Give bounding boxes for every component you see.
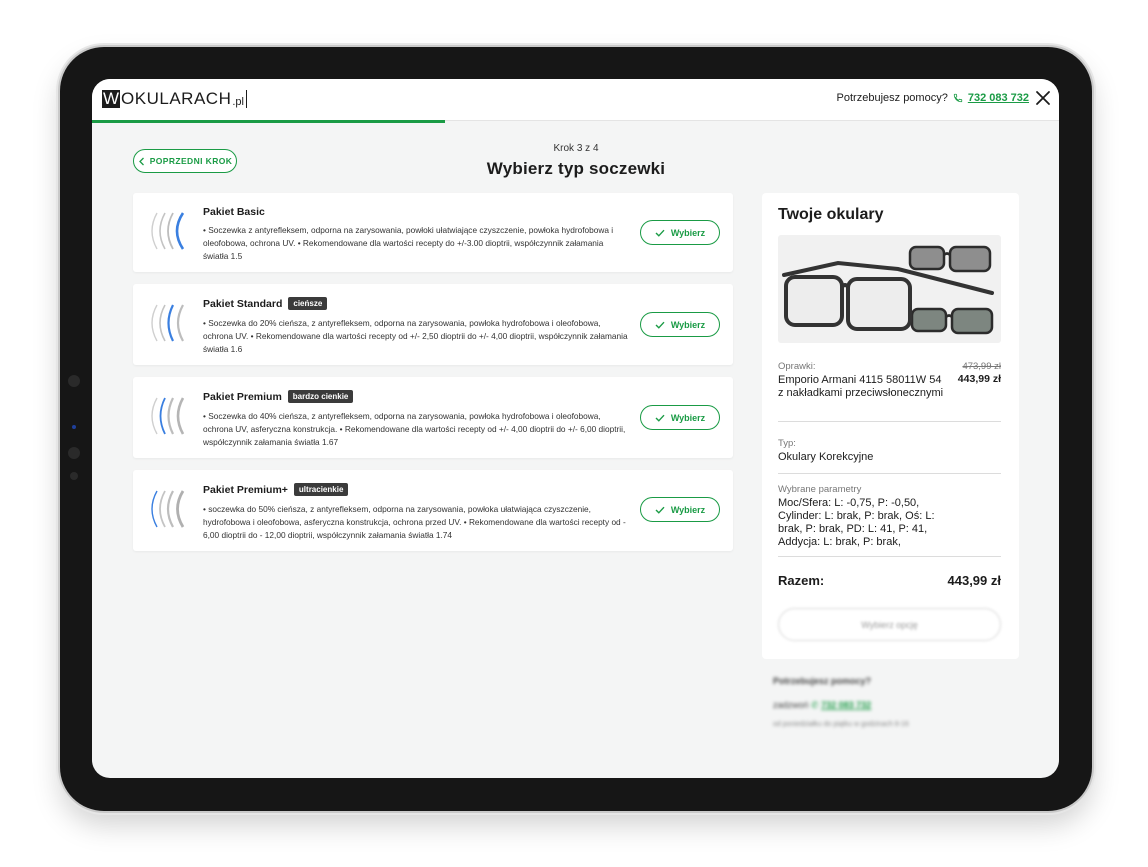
package-description: • Soczewka do 40% cieńsza, z antyrefleks… (203, 411, 626, 447)
order-summary: Twoje okulary Oprawki: Emporio Armani 41 (762, 193, 1019, 659)
help-block-call: zadzwoń ✆ 732 083 732 (773, 700, 1013, 711)
frame-section: Oprawki: Emporio Armani 4115 58011W 54 z… (778, 361, 1001, 400)
page-title: Wybierz typ soczewki (486, 159, 666, 178)
help-block-phone[interactable]: 732 083 732 (821, 700, 871, 710)
package-title: Pakiet Standard cieńsze (203, 297, 328, 310)
type-value: Okulary Korekcyjne (778, 451, 874, 463)
summary-divider (778, 556, 1001, 557)
params-section: Wybrane parametry Moc/Sfera: L: -0,75, P… (778, 484, 1001, 549)
package-description: • soczewka do 50% cieńsza, z antyrefleks… (203, 504, 626, 540)
package-name: Pakiet Basic (203, 206, 265, 218)
choose-label: Wybierz (670, 227, 706, 238)
package-card-basic[interactable]: Pakiet Basic • Soczewka z antyrefleksem,… (133, 193, 733, 272)
package-card-standard[interactable]: Pakiet Standard cieńsze • Soczewka do 20… (133, 284, 733, 365)
package-description: • Soczewka z antyrefleksem, odporna na z… (203, 225, 614, 261)
app-screen: W OKULARACH .pl Potrzebujesz pomocy? 732… (92, 79, 1059, 778)
logo-mark: W (102, 89, 121, 108)
help-block-phone-icon: ✆ (811, 700, 819, 710)
params-value: Moc/Sfera: L: -0,75, P: -0,50, Cylinder:… (778, 497, 935, 548)
sensor-dot (68, 447, 80, 459)
package-title: Pakiet Premium bardzo cienkie (203, 390, 354, 403)
package-title: Pakiet Basic (203, 206, 265, 218)
sensor-dot-2 (70, 472, 78, 480)
lens-thickness-icon (151, 490, 185, 528)
choose-premium-button[interactable]: Wybierz (640, 405, 720, 430)
help-contact: Potrzebujesz pomocy? 732 083 732 (837, 92, 1029, 104)
package-description: • Soczewka do 20% cieńsza, z antyrefleks… (203, 318, 628, 354)
package-name: Pakiet Premium (203, 390, 282, 403)
thickness-badge: cieńsze (288, 297, 328, 310)
lens-thickness-icon (151, 397, 185, 435)
type-label: Typ: (778, 438, 796, 449)
chevron-left-icon (138, 157, 144, 165)
choose-label: Wybierz (670, 504, 706, 515)
total-label: Razem: (778, 573, 825, 588)
lens-thickness-icon (151, 304, 184, 342)
check-icon (655, 229, 665, 237)
logo-suffix: .pl (232, 96, 244, 108)
step-counter: Krok 3 z 4 (553, 143, 599, 154)
choose-standard-button[interactable]: Wybierz (640, 312, 720, 337)
total-row: Razem: 443,99 zł (778, 573, 1001, 588)
help-block-title: Potrzebujesz pomocy? (773, 676, 872, 686)
thickness-badge: ultracienkie (293, 483, 349, 496)
summary-divider (778, 421, 1001, 422)
glasses-product-image (778, 235, 1001, 343)
lens-thickness-icon (151, 212, 185, 250)
help-text: Potrzebujesz pomocy? (836, 92, 948, 104)
choose-label: Wybierz (670, 319, 706, 330)
help-block-note: od poniedziałku do piątku w godzinach 8-… (773, 721, 909, 728)
site-logo[interactable]: W OKULARACH .pl (102, 89, 247, 109)
choose-premium-plus-button[interactable]: Wybierz (640, 497, 720, 522)
logo-text: OKULARACH (121, 89, 232, 108)
logo-divider (245, 90, 247, 108)
close-icon[interactable] (1035, 90, 1051, 106)
previous-step-label: POPRZEDNI KROK (149, 156, 233, 166)
select-option-button[interactable]: Wybierz opcję (778, 608, 1001, 641)
top-header: W OKULARACH .pl Potrzebujesz pomocy? 732… (92, 79, 1059, 123)
frame-name: Emporio Armani 4115 58011W 54 z nakładka… (778, 374, 944, 399)
camera-lens (72, 425, 76, 429)
help-block: Potrzebujesz pomocy? zadzwoń ✆ 732 083 7… (773, 676, 1013, 728)
thickness-badge: bardzo cienkie (287, 390, 354, 403)
glasses-illustration (782, 245, 994, 335)
choose-label: Wybierz (670, 412, 706, 423)
camera-dot (68, 375, 80, 387)
help-phone-link[interactable]: 732 083 732 (968, 92, 1029, 104)
previous-step-button[interactable]: POPRZEDNI KROK (133, 149, 237, 173)
check-icon (655, 506, 665, 514)
package-card-premium[interactable]: Pakiet Premium bardzo cienkie • Soczewka… (133, 377, 733, 458)
package-card-premium-plus[interactable]: Pakiet Premium+ ultracienkie • soczewka … (133, 470, 733, 551)
check-icon (655, 414, 665, 422)
new-price: 443,99 zł (957, 373, 1001, 385)
step-progress-bar (92, 120, 445, 123)
summary-title: Twoje okulary (778, 206, 884, 223)
check-icon (655, 321, 665, 329)
params-label: Wybrane parametry (778, 484, 862, 495)
choose-basic-button[interactable]: Wybierz (640, 220, 720, 245)
summary-divider (778, 473, 1001, 474)
type-section: Typ: Okulary Korekcyjne (778, 438, 1001, 464)
package-name: Pakiet Standard (203, 297, 283, 310)
old-price: 473,99 zł (962, 361, 1001, 372)
phone-icon (953, 93, 962, 103)
package-title: Pakiet Premium+ ultracienkie (203, 483, 349, 496)
total-value: 443,99 zł (947, 573, 1002, 588)
help-block-call-label: zadzwoń (773, 700, 809, 710)
package-name: Pakiet Premium+ (203, 483, 288, 496)
